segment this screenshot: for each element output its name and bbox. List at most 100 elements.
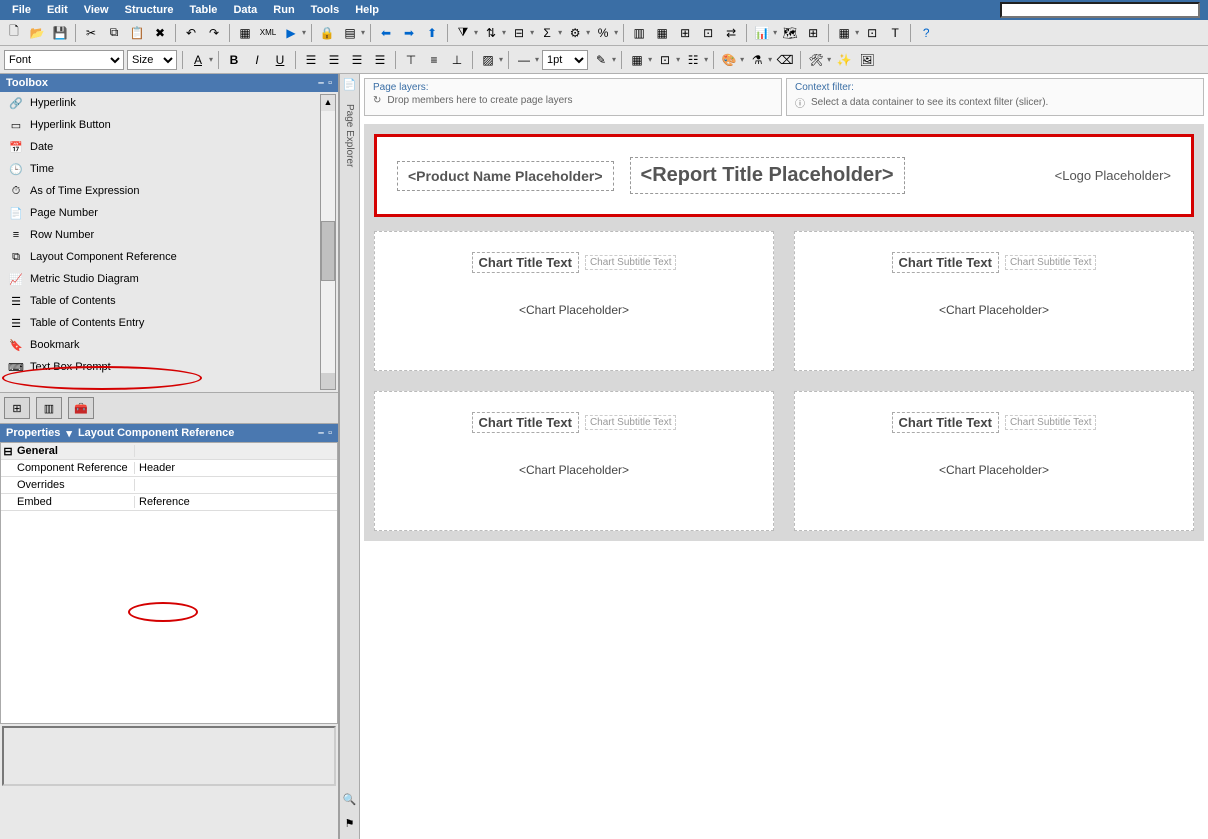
group-icon[interactable]: ⊟ (509, 23, 529, 43)
cut-icon[interactable]: ✂ (81, 23, 101, 43)
toolbox-time[interactable]: 🕒Time (0, 158, 338, 180)
section-icon[interactable]: ⊞ (675, 23, 695, 43)
search-input[interactable] (1000, 2, 1200, 18)
conditional-icon[interactable]: ⚗ (747, 50, 767, 70)
swap-icon[interactable]: ⇄ (721, 23, 741, 43)
line-style-icon[interactable]: — (514, 50, 534, 70)
props-row-overrides[interactable]: Overrides (1, 477, 337, 494)
copy-icon[interactable]: ⧉ (104, 23, 124, 43)
tab-toolbox[interactable]: 🧰 (68, 397, 94, 419)
pages-icon[interactable]: 📄 (342, 78, 358, 94)
undo-icon[interactable]: ↶ (181, 23, 201, 43)
forward-icon[interactable]: ➡ (399, 23, 419, 43)
underline-icon[interactable]: U (270, 50, 290, 70)
sort-icon[interactable]: ⇅ (481, 23, 501, 43)
chart-cell-1[interactable]: Chart Title TextChart Subtitle Text <Cha… (374, 231, 774, 371)
logo-placeholder[interactable]: <Logo Placeholder> (1055, 168, 1171, 183)
report-title-placeholder[interactable]: <Report Title Placeholder> (630, 157, 905, 194)
list-icon[interactable]: ▥ (629, 23, 649, 43)
query-icon[interactable]: 🔍 (342, 793, 358, 809)
line-color-icon[interactable]: ✎ (591, 50, 611, 70)
line-width-select[interactable]: 1pt (542, 50, 588, 70)
paste-icon[interactable]: 📋 (127, 23, 147, 43)
repeater-icon[interactable]: ⊞ (803, 23, 823, 43)
block-icon[interactable]: ⊡ (862, 23, 882, 43)
bg-color-icon[interactable]: ▨ (478, 50, 498, 70)
menu-view[interactable]: View (76, 2, 117, 18)
delete-icon[interactable]: ✖ (150, 23, 170, 43)
menu-structure[interactable]: Structure (117, 2, 182, 18)
minimize-icon[interactable]: – (318, 77, 324, 89)
clear-format-icon[interactable]: ⌫ (775, 50, 795, 70)
run-icon[interactable]: ▶ (281, 23, 301, 43)
page-layers-zone[interactable]: Page layers: ↻Drop members here to creat… (364, 78, 782, 116)
props-row-component-reference[interactable]: Component ReferenceHeader (1, 460, 337, 477)
props-row-embed[interactable]: EmbedReference (1, 494, 337, 511)
toolbox-metric-studio[interactable]: 📈Metric Studio Diagram (0, 268, 338, 290)
save-icon[interactable]: 💾 (50, 23, 70, 43)
style-icon[interactable]: 🎨 (719, 50, 739, 70)
context-filter-zone[interactable]: Context filter: ⓘSelect a data container… (786, 78, 1204, 116)
scroll-up-icon[interactable]: ▲ (321, 95, 335, 111)
menu-tools[interactable]: Tools (303, 2, 348, 18)
valign-bottom-icon[interactable]: ⊥ (447, 50, 467, 70)
pivot-icon[interactable]: ⊡ (698, 23, 718, 43)
toolbox-hyperlink[interactable]: 🔗Hyperlink (0, 92, 338, 114)
percent-icon[interactable]: % (593, 23, 613, 43)
minimize-icon[interactable]: – (318, 427, 324, 439)
toolbox-textbox-prompt[interactable]: ⌨Text Box Prompt (0, 356, 338, 378)
bold-icon[interactable]: B (224, 50, 244, 70)
italic-icon[interactable]: I (247, 50, 267, 70)
sum-icon[interactable]: Σ (537, 23, 557, 43)
xml-icon[interactable]: XML (258, 23, 278, 43)
scrollbar[interactable]: ▲ (320, 94, 336, 390)
toolbox-page-number[interactable]: 📄Page Number (0, 202, 338, 224)
image-icon[interactable]: 🖼 (857, 50, 877, 70)
toolbox-bookmark[interactable]: 🔖Bookmark (0, 334, 338, 356)
lock-icon[interactable]: 🔒 (317, 23, 337, 43)
toolbox-row-number[interactable]: ≡Row Number (0, 224, 338, 246)
calc-icon[interactable]: ⚙ (565, 23, 585, 43)
close-icon[interactable]: ▫ (328, 77, 332, 89)
open-icon[interactable]: 📂 (27, 23, 47, 43)
report-header-block[interactable]: <Product Name Placeholder> <Report Title… (374, 134, 1194, 217)
wand-icon[interactable]: ✨ (834, 50, 854, 70)
toolbox-date[interactable]: 📅Date (0, 136, 338, 158)
menu-file[interactable]: File (4, 2, 39, 18)
menu-table[interactable]: Table (182, 2, 226, 18)
tools-icon[interactable]: 🛠 (806, 50, 826, 70)
map-icon[interactable]: 🗺 (780, 23, 800, 43)
size-select[interactable]: Size (127, 50, 177, 70)
padding-icon[interactable]: ⊡ (655, 50, 675, 70)
menu-edit[interactable]: Edit (39, 2, 76, 18)
validate-icon[interactable]: ▦ (235, 23, 255, 43)
valign-top-icon[interactable]: ⊤ (401, 50, 421, 70)
headers-icon[interactable]: ▤ (340, 23, 360, 43)
crosstab-icon[interactable]: ▦ (652, 23, 672, 43)
back-icon[interactable]: ⬅ (376, 23, 396, 43)
chart-icon[interactable]: 📊 (752, 23, 772, 43)
menu-run[interactable]: Run (265, 2, 302, 18)
table-icon[interactable]: ▦ (834, 23, 854, 43)
chart-cell-2[interactable]: Chart Title TextChart Subtitle Text <Cha… (794, 231, 1194, 371)
scroll-thumb[interactable] (321, 221, 335, 281)
align-left-icon[interactable]: ☰ (301, 50, 321, 70)
props-group-general[interactable]: ⊟General (1, 443, 337, 460)
tab-data[interactable]: ▥ (36, 397, 62, 419)
product-name-placeholder[interactable]: <Product Name Placeholder> (397, 161, 614, 191)
align-justify-icon[interactable]: ☰ (370, 50, 390, 70)
chart-cell-4[interactable]: Chart Title TextChart Subtitle Text <Cha… (794, 391, 1194, 531)
valign-middle-icon[interactable]: ≡ (424, 50, 444, 70)
toolbox-toc-entry[interactable]: ☰Table of Contents Entry (0, 312, 338, 334)
menu-help[interactable]: Help (347, 2, 387, 18)
menu-data[interactable]: Data (225, 2, 265, 18)
toolbox-toc[interactable]: ☰Table of Contents (0, 290, 338, 312)
font-color-icon[interactable]: A (188, 50, 208, 70)
bullets-icon[interactable]: ☷ (683, 50, 703, 70)
help-icon[interactable]: ? (916, 23, 936, 43)
toolbox-hyperlink-button[interactable]: ▭Hyperlink Button (0, 114, 338, 136)
align-center-icon[interactable]: ☰ (324, 50, 344, 70)
close-icon[interactable]: ▫ (328, 427, 332, 439)
font-select[interactable]: Font (4, 50, 124, 70)
border-icon[interactable]: ▦ (627, 50, 647, 70)
